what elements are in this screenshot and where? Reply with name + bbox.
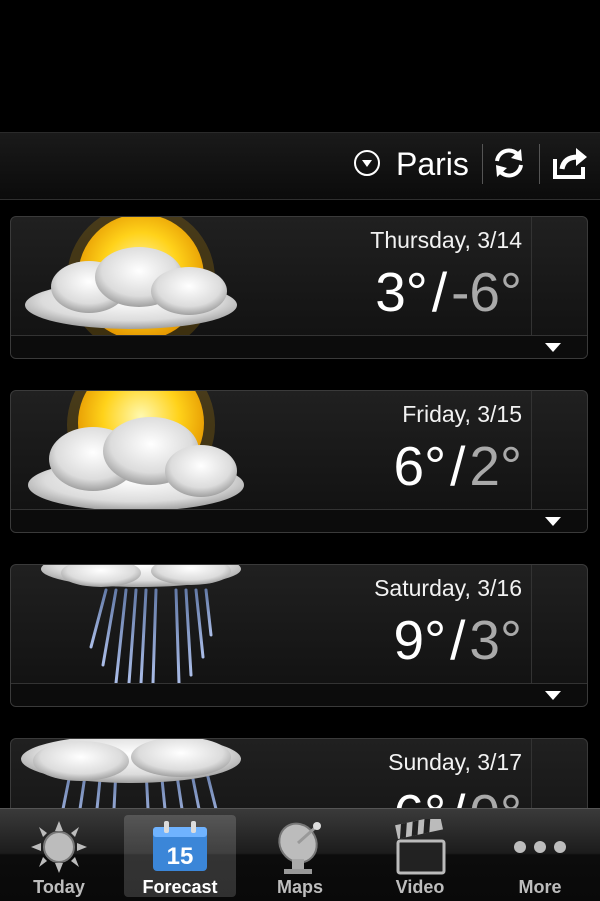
tab-label: More bbox=[518, 877, 562, 897]
calendar-icon: 15 bbox=[153, 821, 207, 871]
details-strip[interactable] bbox=[11, 509, 587, 532]
tab-label: Forecast bbox=[142, 877, 218, 897]
card-divider bbox=[531, 739, 532, 808]
card-divider bbox=[531, 391, 532, 512]
card-divider bbox=[531, 565, 532, 686]
low-temp: 3° bbox=[469, 609, 522, 671]
details-strip[interactable] bbox=[11, 683, 587, 706]
forecast-day: Friday, 3/15 bbox=[402, 401, 522, 427]
tab-video[interactable]: Video bbox=[364, 815, 476, 897]
tab-label: Video bbox=[395, 877, 445, 897]
forecast-temps: 6°/2° bbox=[394, 435, 522, 497]
location-dropdown-icon[interactable] bbox=[354, 150, 380, 176]
low-temp: 2° bbox=[469, 435, 522, 497]
low-temp: -6° bbox=[451, 261, 522, 323]
clapperboard-icon bbox=[395, 819, 446, 875]
tab-bar: Today 15 Forecast Maps Video More bbox=[0, 808, 600, 901]
details-strip[interactable] bbox=[11, 335, 587, 358]
expand-arrow-icon[interactable] bbox=[545, 517, 561, 526]
moon-icon[interactable] bbox=[541, 403, 575, 437]
city-name[interactable]: Paris bbox=[396, 145, 469, 183]
forecast-list[interactable]: Thursday, 3/14 3°/-6° Friday, 3/15 6°/2° bbox=[0, 199, 600, 808]
rain-icon bbox=[21, 739, 241, 808]
forecast-temps: 6°/0° bbox=[394, 783, 522, 808]
calendar-badge: 15 bbox=[167, 843, 194, 870]
share-icon[interactable] bbox=[552, 145, 588, 181]
temp-separator: / bbox=[446, 783, 469, 808]
expand-arrow-icon[interactable] bbox=[545, 343, 561, 352]
moon-icon[interactable] bbox=[541, 751, 575, 785]
sun-icon bbox=[31, 821, 87, 873]
moon-icon[interactable] bbox=[541, 577, 575, 611]
high-temp: 9° bbox=[393, 609, 447, 671]
expand-arrow-icon[interactable] bbox=[545, 691, 561, 700]
header-divider bbox=[482, 144, 483, 184]
temp-separator: / bbox=[431, 261, 448, 323]
forecast-temps: 9°/3° bbox=[394, 609, 522, 671]
more-dots-icon bbox=[514, 841, 566, 853]
tab-today[interactable]: Today bbox=[3, 815, 115, 897]
high-temp: 6° bbox=[394, 783, 447, 808]
forecast-card[interactable]: Thursday, 3/14 3°/-6° bbox=[10, 216, 588, 359]
low-temp: 0° bbox=[469, 783, 522, 808]
forecast-card[interactable]: Friday, 3/15 6°/2° bbox=[10, 390, 588, 533]
high-temp: 3° bbox=[375, 261, 428, 323]
forecast-day: Saturday, 3/16 bbox=[374, 575, 522, 601]
tab-label: Today bbox=[33, 877, 85, 897]
high-temp: 6° bbox=[393, 435, 447, 497]
forecast-temps: 3°/-6° bbox=[375, 261, 522, 323]
forecast-card[interactable]: Sunday, 3/17 6°/0° bbox=[10, 738, 588, 808]
forecast-card[interactable]: Saturday, 3/16 9°/3° bbox=[10, 564, 588, 707]
tab-maps[interactable]: Maps bbox=[244, 815, 356, 897]
partly-sunny-icon bbox=[25, 217, 237, 338]
satellite-dish-icon bbox=[278, 822, 321, 874]
header-divider bbox=[539, 144, 540, 184]
rain-icon bbox=[41, 565, 241, 685]
tab-more[interactable]: More bbox=[484, 815, 596, 897]
tab-forecast[interactable]: 15 Forecast bbox=[124, 815, 236, 897]
forecast-day: Sunday, 3/17 bbox=[388, 749, 522, 775]
partly-sunny-icon bbox=[28, 391, 244, 511]
forecast-day: Thursday, 3/14 bbox=[370, 227, 522, 253]
card-divider bbox=[531, 217, 532, 338]
temp-separator: / bbox=[450, 435, 466, 497]
moon-icon[interactable] bbox=[541, 229, 575, 263]
tab-label: Maps bbox=[276, 877, 323, 897]
temp-separator: / bbox=[450, 609, 466, 671]
refresh-icon[interactable] bbox=[491, 145, 527, 181]
